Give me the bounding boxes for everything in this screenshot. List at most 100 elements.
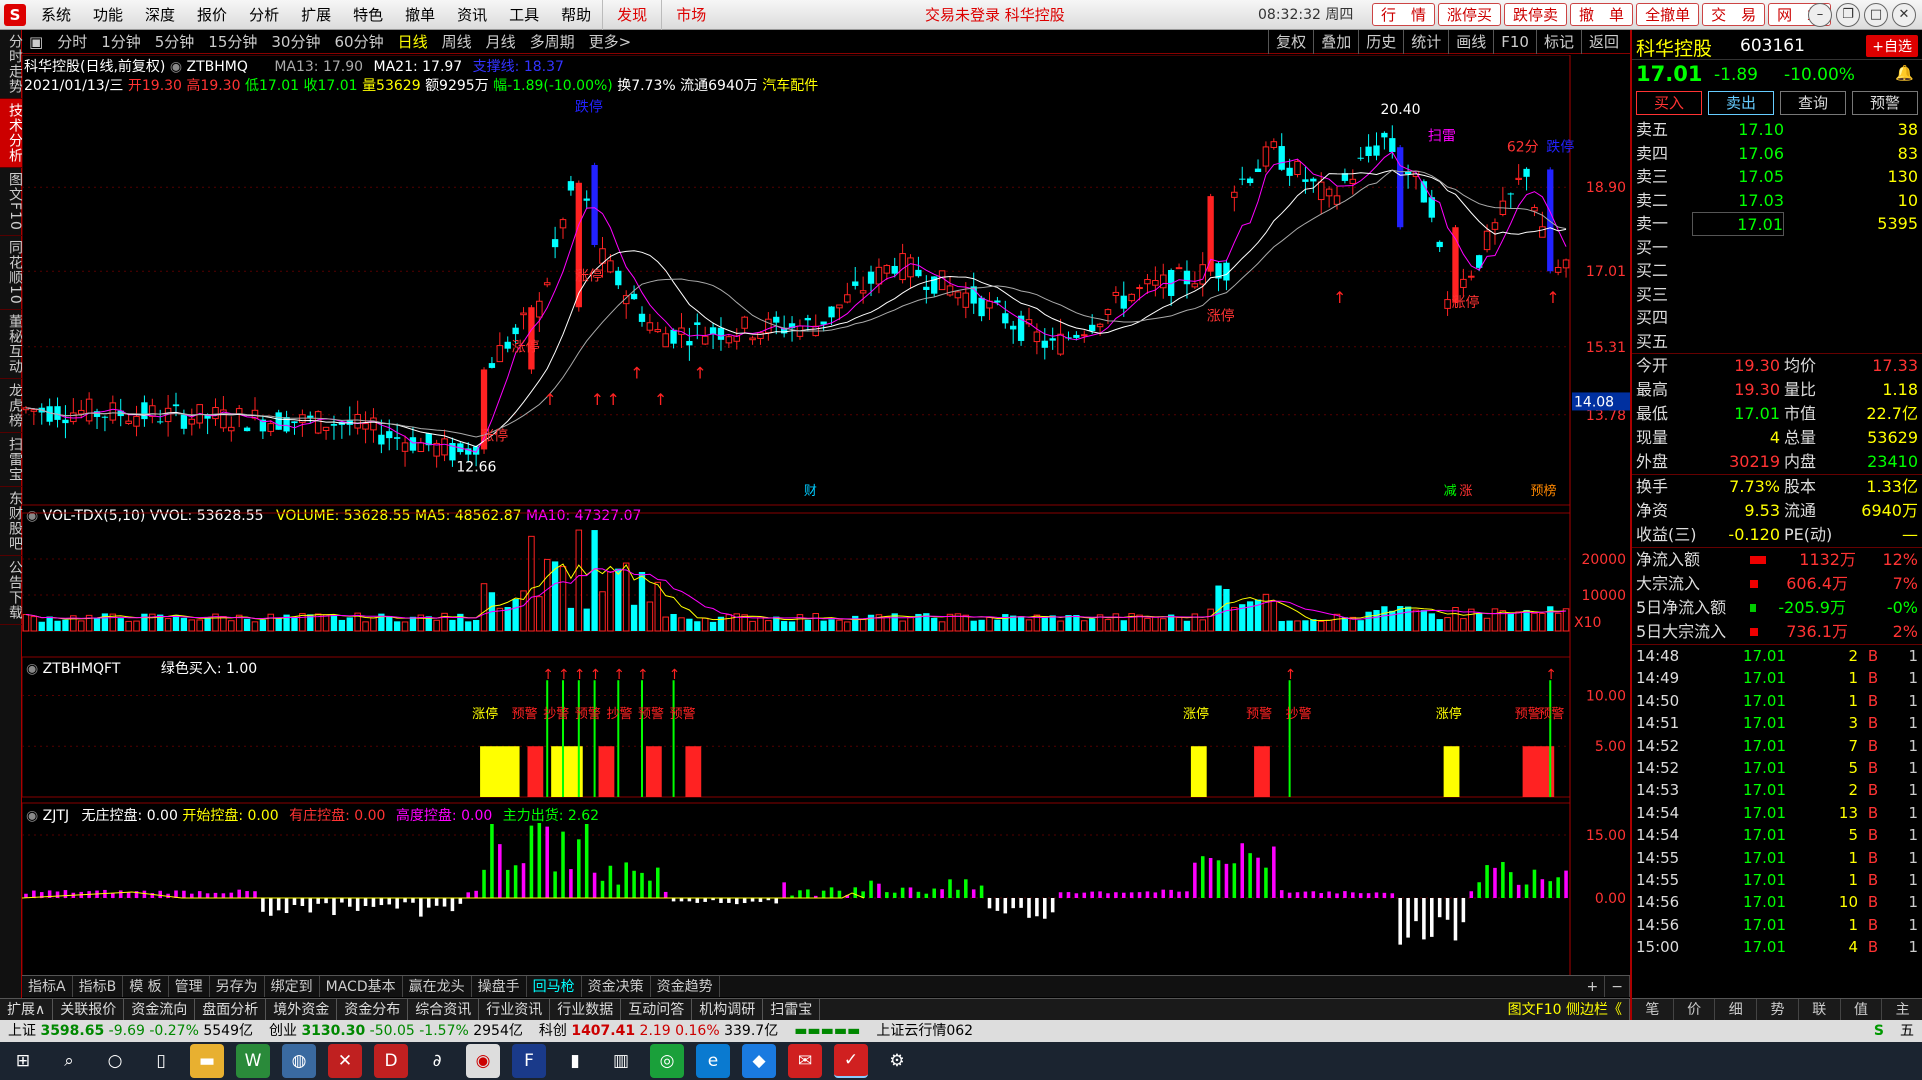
candle-body[interactable] [1254,168,1262,172]
ext-tab-8[interactable]: 行业数据 [550,999,622,1020]
candle-body[interactable] [1531,207,1538,212]
candle-body[interactable] [694,322,701,325]
candle-body[interactable] [330,424,338,426]
candle-body[interactable] [141,402,148,420]
bid-row[interactable]: 买二 [1632,259,1922,283]
quote-tab-6[interactable]: 主 [1882,999,1922,1020]
candle-body[interactable] [591,165,598,245]
index-sh[interactable]: 上证 3598.65 -9.69 -0.27% 5549亿 [0,1020,261,1042]
indicator-tab-3[interactable]: 管理 [169,976,210,997]
windows-start-icon[interactable]: ⊞ [6,1044,40,1078]
candle-body[interactable] [1349,178,1357,184]
candle-body[interactable] [1041,340,1048,348]
maximize-icon[interactable]: □ [1864,3,1888,27]
sidebar-tab-5[interactable]: 龙虎榜 [0,379,23,433]
candle-body[interactable] [867,271,875,284]
candle-body[interactable] [915,269,922,277]
app-columns-icon[interactable]: ▥ [604,1044,638,1078]
chart-tool-3[interactable]: 统计 [1403,30,1448,54]
candle-body[interactable] [291,421,298,424]
candle-body[interactable] [267,423,275,432]
candle-body[interactable] [1507,193,1514,195]
candle-body[interactable] [1246,178,1254,184]
candle-body[interactable] [844,294,851,303]
quick-button-3[interactable]: 撤 单 [1570,3,1634,26]
sidebar-toggle[interactable]: 图文F10 侧边栏《 [1501,999,1630,1020]
candle-body[interactable] [46,406,53,422]
candle-body[interactable] [757,332,764,339]
quote-tab-2[interactable]: 细 [1715,999,1758,1020]
candle-body[interactable] [1302,179,1309,182]
ext-tab-1[interactable]: 关联报价 [53,999,125,1020]
candle-body[interactable] [1270,141,1278,148]
chart-tool-4[interactable]: 画线 [1448,30,1493,54]
quick-button-4[interactable]: 全撤单 [1636,3,1700,26]
period-tab-10[interactable]: 更多> [582,30,639,54]
ext-tab-5[interactable]: 资金分布 [337,999,409,1020]
indicator-tab-8[interactable]: 操盘手 [472,976,527,997]
candle-body[interactable] [1278,146,1285,170]
trade-action-3[interactable]: 预警 [1852,91,1918,115]
sidebar-tab-2[interactable]: 图文F10 [0,168,23,236]
ime-logo-icon[interactable]: S [1866,1020,1892,1042]
zoom-in-button[interactable]: + [1581,976,1606,997]
candle-body[interactable] [741,316,748,329]
candle-body[interactable] [978,297,985,317]
menu-item-7[interactable]: 撤单 [394,0,446,30]
app-swirl-icon[interactable]: ∂ [420,1044,454,1078]
candle-body[interactable] [1175,267,1183,270]
menu-item-3[interactable]: 报价 [186,0,238,30]
candle-body[interactable] [1191,283,1199,288]
menu-market[interactable]: 市场 [661,0,720,30]
ask-row[interactable]: 卖三 17.05 130 [1632,165,1922,189]
restore-icon[interactable]: ❐ [1836,3,1860,27]
candle-body[interactable] [891,265,898,274]
candle-body[interactable] [275,412,282,430]
stock-app-icon[interactable]: ✓ [834,1044,868,1078]
candle-body[interactable] [1562,259,1570,269]
candle-body[interactable] [1357,157,1364,159]
chart-tool-6[interactable]: 标记 [1535,30,1581,54]
app-logo-icon[interactable]: S [4,4,26,26]
candle-body[interactable] [1539,226,1546,238]
indicator-tab-11[interactable]: 资金趋势 [651,976,720,997]
candle-body[interactable] [180,414,188,429]
app-red-icon[interactable]: ✕ [328,1044,362,1078]
candle-body[interactable] [314,411,322,434]
candle-body[interactable] [417,442,425,453]
candle-body[interactable] [836,304,843,309]
ask-row[interactable]: 卖四 17.06 83 [1632,142,1922,166]
period-tab-1[interactable]: 1分钟 [94,30,148,54]
candle-body[interactable] [504,341,511,349]
menu-item-4[interactable]: 分析 [238,0,290,30]
candle-body[interactable] [228,426,235,432]
indicator-tab-6[interactable]: MACD基本 [320,976,403,997]
candle-body[interactable] [77,409,85,415]
candle-body[interactable] [125,420,132,424]
candle-body[interactable] [938,270,946,291]
candle-body[interactable] [1231,191,1238,198]
menu-item-1[interactable]: 功能 [82,0,134,30]
indicator-tab-7[interactable]: 赢在龙头 [403,976,472,997]
indicator-tab-4[interactable]: 另存为 [210,976,265,997]
candle-body[interactable] [804,317,812,321]
browser-icon[interactable]: ◍ [282,1044,316,1078]
cortana-icon[interactable]: ○ [98,1044,132,1078]
candle-body[interactable] [172,404,180,407]
candle-body[interactable] [1033,331,1041,343]
candle-body[interactable] [923,286,930,290]
candle-body[interactable] [212,407,219,420]
candle-body[interactable] [109,402,117,421]
candle-body[interactable] [354,413,361,429]
candle-body[interactable] [101,416,109,418]
flash-icon[interactable]: F [512,1044,546,1078]
quick-button-2[interactable]: 跌停卖 [1504,3,1568,26]
candle-body[interactable] [749,337,756,341]
menu-discover[interactable]: 发现 [602,0,661,30]
candle-body[interactable] [512,327,519,335]
candle-body[interactable] [441,438,448,456]
candle-body[interactable] [946,285,954,296]
toolbar-menu-icon[interactable]: ▣ [22,30,50,54]
candle-body[interactable] [765,318,772,334]
candle-body[interactable] [1239,178,1246,180]
